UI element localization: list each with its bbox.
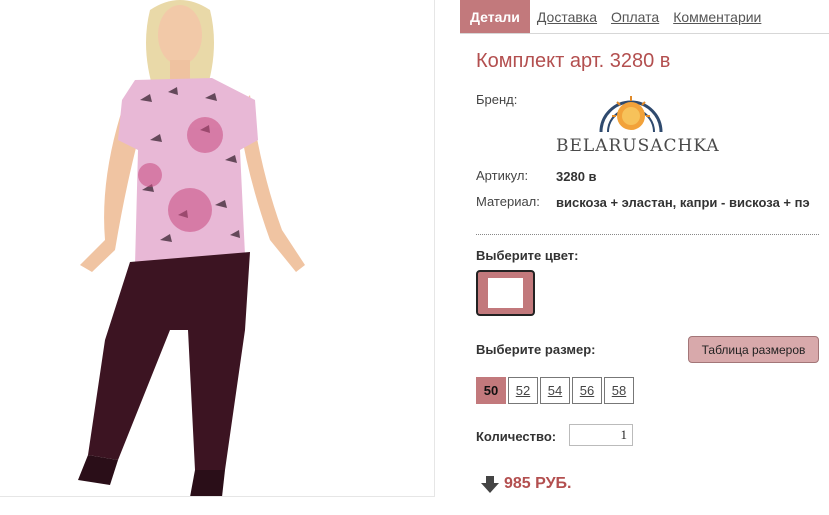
tab-bar: Детали Доставка Оплата Комментарии [460, 0, 768, 33]
tab-comments[interactable]: Комментарии [666, 0, 768, 33]
tab-details[interactable]: Детали [460, 0, 530, 33]
article-value: 3280 в [556, 169, 597, 184]
brand-name: BELARUSACHKA [556, 136, 720, 156]
size-table-button[interactable]: Таблица размеров [688, 336, 819, 363]
arrow-down-icon [481, 476, 499, 493]
size-option-56[interactable]: 56 [572, 377, 602, 404]
product-details-panel: Детали Доставка Оплата Комментарии Компл… [460, 0, 829, 515]
material-label: Материал: [476, 194, 540, 209]
divider [476, 234, 819, 235]
size-option-52[interactable]: 52 [508, 377, 538, 404]
price-value: 985 РУБ. [504, 475, 572, 492]
size-option-50[interactable]: 50 [476, 377, 506, 404]
size-option-58[interactable]: 58 [604, 377, 634, 404]
size-options: 50 52 54 56 58 [476, 377, 634, 404]
tab-payment[interactable]: Оплата [604, 0, 666, 33]
size-label: Выберите размер: [476, 342, 596, 357]
tabs-divider [460, 33, 829, 34]
product-title: Комплект арт. 3280 в [476, 50, 671, 72]
quantity-label: Количество: [476, 429, 557, 444]
brand-label: Бренд: [476, 92, 518, 107]
price-block: 985 РУБ. [480, 474, 572, 494]
article-label: Артикул: [476, 168, 529, 183]
quantity-input[interactable] [569, 424, 633, 446]
size-option-54[interactable]: 54 [540, 377, 570, 404]
product-image [78, 0, 305, 496]
color-swatch[interactable] [476, 270, 535, 316]
color-label: Выберите цвет: [476, 248, 579, 263]
product-photo[interactable] [0, 0, 435, 497]
sun-logo-icon [599, 96, 663, 133]
tab-delivery[interactable]: Доставка [530, 0, 604, 33]
color-swatch-inner [488, 278, 523, 308]
brand-logo[interactable]: BELARUSACHKA [556, 92, 720, 156]
material-value: вискоза + эластан, капри - вискоза + пэ [556, 195, 810, 210]
